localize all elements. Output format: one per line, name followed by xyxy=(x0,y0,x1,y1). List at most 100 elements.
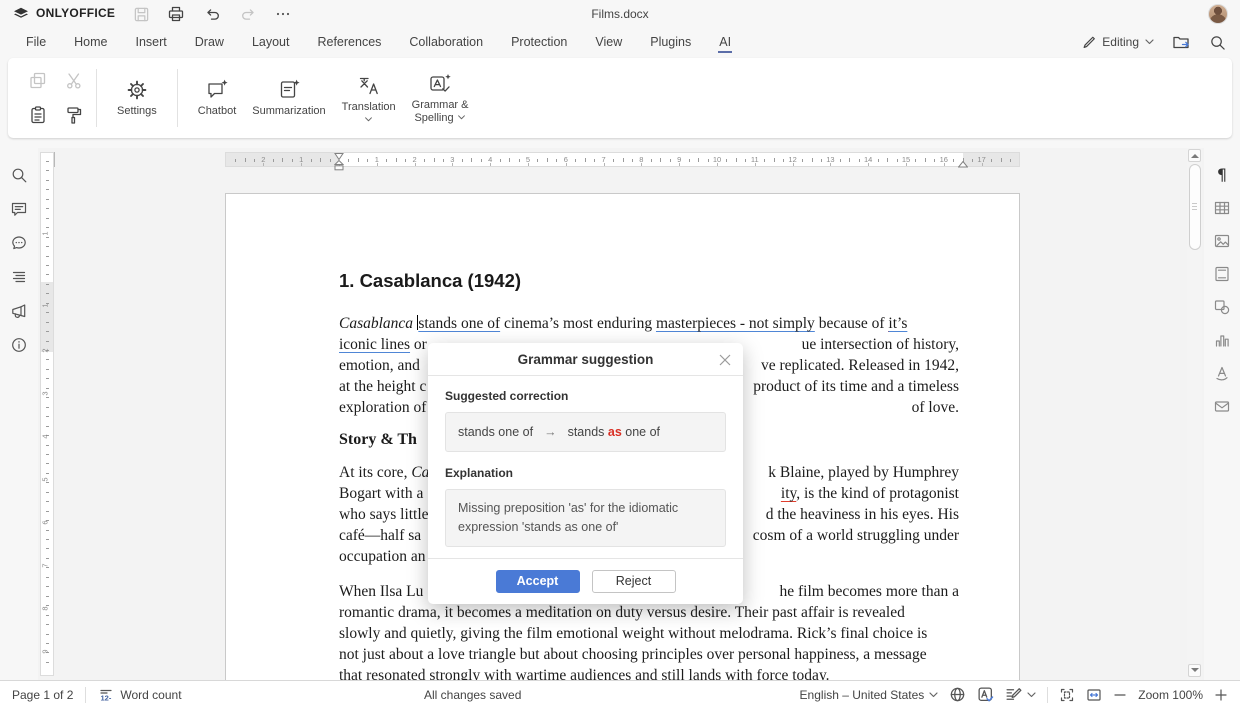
language-label: English – United States xyxy=(800,688,925,702)
grammar-spelling-button[interactable]: Grammar & Spelling xyxy=(404,68,477,129)
document-title: Films.docx xyxy=(0,0,1240,28)
cut-button[interactable] xyxy=(64,71,84,91)
open-file-location-button[interactable] xyxy=(1172,34,1191,51)
dialog-close-button[interactable] xyxy=(717,352,733,368)
correction-preview: stands one of → stands as one of xyxy=(445,412,726,452)
summarization-button[interactable]: Summarization xyxy=(244,74,333,122)
feedback-button[interactable] xyxy=(10,302,28,320)
gear-icon xyxy=(125,78,149,102)
doc-heading-2: Story & Th xyxy=(339,431,417,449)
tab-layout[interactable]: Layout xyxy=(238,28,304,56)
tab-collaboration[interactable]: Collaboration xyxy=(395,28,497,56)
tab-references[interactable]: References xyxy=(303,28,395,56)
horizontal-ruler: 211234567891011121314151617 xyxy=(225,152,1020,167)
arrow-right-icon: → xyxy=(544,425,557,439)
comments-button[interactable] xyxy=(10,200,28,218)
doc-line: that resonated strongly with wartime aud… xyxy=(339,665,959,680)
accept-button[interactable]: Accept xyxy=(496,570,580,593)
table-icon xyxy=(1213,199,1231,217)
tab-insert[interactable]: Insert xyxy=(122,28,181,56)
chevron-down-icon xyxy=(1145,39,1154,45)
paste-button[interactable] xyxy=(28,105,48,125)
chevron-down-icon xyxy=(364,117,373,122)
user-avatar[interactable] xyxy=(1208,4,1228,24)
summarization-icon xyxy=(277,78,301,102)
tab-ai[interactable]: AI xyxy=(705,28,745,56)
doc-line: romantic drama, it becomes a meditation … xyxy=(339,602,959,623)
translation-label-wrap: Summarization xyxy=(252,105,325,118)
tab-file[interactable]: File xyxy=(12,28,60,56)
fit-width-icon xyxy=(1086,687,1102,703)
ai-settings-button[interactable]: Settings xyxy=(109,74,165,122)
vertical-scrollbar xyxy=(1187,148,1202,680)
editing-mode-label: Editing xyxy=(1102,35,1139,49)
explanation-label: Explanation xyxy=(445,466,726,481)
translation-button[interactable]: Translation xyxy=(334,70,404,126)
doc-line: slowly and quietly, giving the film emot… xyxy=(339,623,959,644)
headings-list-icon xyxy=(10,268,28,286)
reject-button[interactable]: Reject xyxy=(592,570,676,593)
close-icon xyxy=(717,352,733,368)
word-count-label: Word count xyxy=(120,688,181,702)
language-selector[interactable]: English – United States xyxy=(800,688,939,702)
spellcheck-icon xyxy=(977,686,994,703)
explanation-text: Missing preposition 'as' for the idiomat… xyxy=(445,489,726,547)
zoom-in-button[interactable] xyxy=(1214,688,1228,702)
shape-settings-button[interactable] xyxy=(1213,298,1231,316)
spell-checking-button[interactable] xyxy=(977,686,994,703)
plus-icon xyxy=(1214,688,1228,702)
format-painter-button[interactable] xyxy=(64,105,84,125)
chat-button[interactable] xyxy=(10,234,28,252)
tab-home[interactable]: Home xyxy=(60,28,121,56)
grammar-spelling-label: Grammar & Spelling xyxy=(412,99,469,125)
translation-icon xyxy=(357,74,381,98)
text-art-settings-button[interactable] xyxy=(1213,364,1231,382)
translation-label: Translation xyxy=(342,101,396,114)
menu-bar: FileHomeInsertDrawLayoutReferencesCollab… xyxy=(0,28,1240,56)
title-bar: ONLYOFFICE Films.docx xyxy=(0,0,1240,28)
dialog-footer: Accept Reject xyxy=(428,558,743,604)
scroll-down-button[interactable] xyxy=(1188,664,1201,677)
globe-icon xyxy=(949,686,966,703)
right-indent-marker[interactable] xyxy=(958,161,968,168)
copy-button[interactable] xyxy=(28,71,48,91)
correction-replacement: stands as one of xyxy=(568,425,660,439)
fit-width-button[interactable] xyxy=(1086,687,1102,703)
image-settings-button[interactable] xyxy=(1213,232,1231,250)
scroll-up-button[interactable] xyxy=(1188,149,1201,162)
table-settings-button[interactable] xyxy=(1213,199,1231,217)
chart-settings-button[interactable] xyxy=(1213,331,1231,349)
editing-mode-selector[interactable]: Editing xyxy=(1081,35,1154,50)
tab-view[interactable]: View xyxy=(581,28,636,56)
tab-draw[interactable]: Draw xyxy=(181,28,238,56)
set-document-language-button[interactable] xyxy=(949,686,966,703)
left-toolbar xyxy=(0,148,38,680)
correction-original: stands one of xyxy=(458,425,533,439)
comments-icon xyxy=(10,200,28,218)
tab-protection[interactable]: Protection xyxy=(497,28,581,56)
search-button[interactable] xyxy=(1209,34,1226,51)
work-area: L 1123456789 211234567891011121314151617… xyxy=(0,148,1240,680)
scrollbar-thumb[interactable] xyxy=(1189,164,1201,250)
header-footer-settings-button[interactable] xyxy=(1213,265,1231,283)
about-button[interactable] xyxy=(10,336,28,354)
chatbot-button[interactable]: Chatbot xyxy=(190,74,245,122)
fit-page-button[interactable] xyxy=(1059,687,1075,703)
zoom-out-button[interactable] xyxy=(1113,688,1127,702)
settings-label: Settings xyxy=(117,105,157,118)
mail-merge-button[interactable] xyxy=(1213,397,1231,415)
paragraph-settings-button[interactable]: ¶ xyxy=(1217,166,1227,184)
track-changes-button[interactable] xyxy=(1005,686,1036,703)
grammar-spelling-icon xyxy=(428,72,452,96)
navigation-headings-button[interactable] xyxy=(10,268,28,286)
left-indent-marker[interactable] xyxy=(334,160,344,171)
status-bar: Page 1 of 2 12- Word count All changes s… xyxy=(0,680,1240,708)
doc-line: Casablanca stands one of cinema’s most e… xyxy=(339,313,959,334)
find-button[interactable] xyxy=(10,166,28,184)
word-count-button[interactable]: 12- Word count xyxy=(98,687,181,703)
tab-plugins[interactable]: Plugins xyxy=(636,28,705,56)
doc-line: not just about a love triangle but about… xyxy=(339,644,959,665)
chevron-down-icon xyxy=(1027,692,1036,698)
save-status: All changes saved xyxy=(424,688,521,702)
dialog-header[interactable]: Grammar suggestion xyxy=(428,343,743,376)
